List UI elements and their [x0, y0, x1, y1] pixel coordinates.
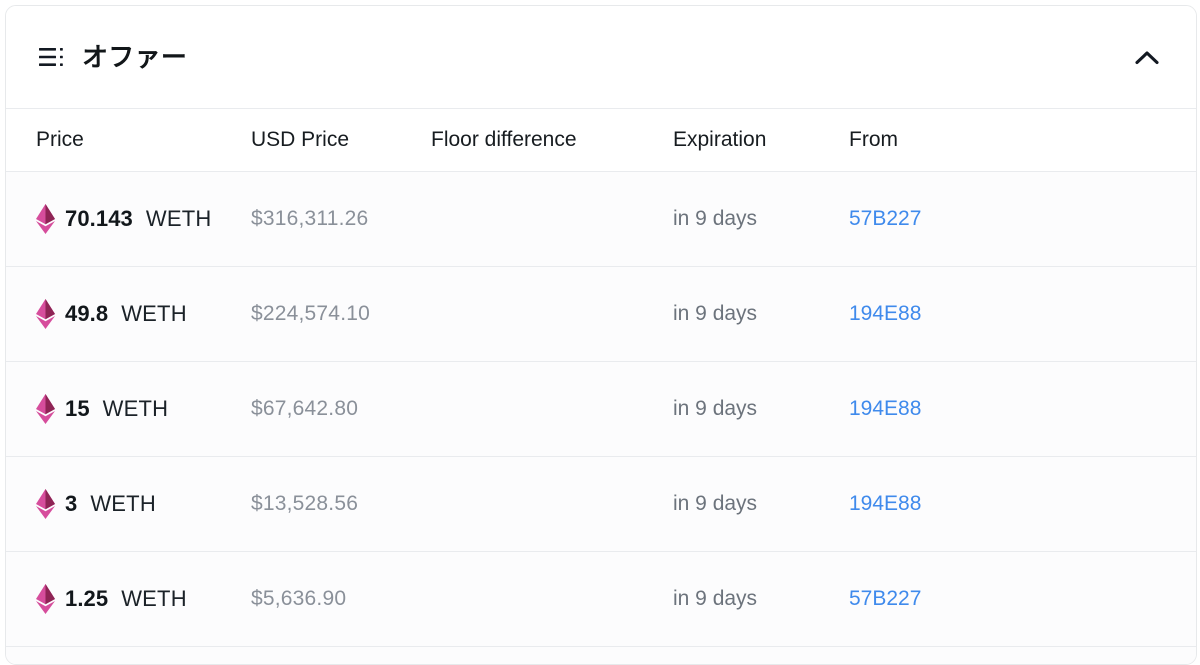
offers-card-header[interactable]: オファー	[6, 6, 1196, 109]
cell-price: 49.8 WETH	[6, 299, 251, 329]
usd-price-value: $224,574.10	[251, 302, 370, 325]
cell-from: 194E88	[849, 397, 1109, 421]
price-symbol: WETH	[121, 586, 187, 611]
offers-card-header-left: オファー	[39, 44, 1130, 70]
cell-expiration: in 9 days	[673, 207, 849, 231]
table-row[interactable]: 1.25 WETH $5,636.90 in 9 days 57B227	[6, 552, 1196, 647]
price-amount: 70.143	[65, 206, 133, 231]
price-symbol: WETH	[102, 396, 169, 421]
column-header-floor-difference: Floor difference	[431, 128, 577, 151]
cell-usd-price: $5,636.90	[251, 587, 431, 611]
offers-table: Price USD Price Floor difference Expirat…	[6, 109, 1196, 664]
from-address-link[interactable]: 194E88	[849, 397, 921, 420]
price-amount: 3	[65, 491, 78, 516]
column-header-usd-price: USD Price	[251, 128, 350, 151]
column-header-price: Price	[36, 128, 84, 151]
cell-expiration: in 9 days	[673, 302, 849, 326]
ethereum-icon	[36, 299, 55, 329]
usd-price-value: $5,636.90	[251, 587, 347, 610]
from-address-link[interactable]: 57B227	[849, 207, 921, 230]
expiration-value: in 9 days	[673, 397, 758, 420]
from-address-link[interactable]: 57B227	[849, 587, 921, 610]
cell-from: 194E88	[849, 492, 1109, 516]
collapse-toggle-button[interactable]	[1130, 40, 1164, 74]
cell-from: 57B227	[849, 587, 1109, 611]
price-amount: 15	[65, 396, 90, 421]
price-value: 3 WETH	[36, 489, 251, 519]
cell-usd-price: $316,311.26	[251, 207, 431, 231]
usd-price-value: $67,642.80	[251, 397, 359, 420]
price-symbol: WETH	[121, 301, 187, 326]
price-amount: 49.8	[65, 301, 109, 326]
price-amount: 1.25	[65, 586, 109, 611]
price-value: 49.8 WETH	[36, 299, 251, 329]
cell-usd-price: $13,528.56	[251, 492, 431, 516]
table-row[interactable]: 49.8 WETH $224,574.10 in 9 days 194E88	[6, 267, 1196, 362]
list-icon	[39, 47, 65, 67]
cell-price: 1.25 WETH	[6, 584, 251, 614]
column-header-from: From	[849, 128, 898, 151]
cell-expiration: in 9 days	[673, 397, 849, 421]
ethereum-icon	[36, 489, 55, 519]
expiration-value: in 9 days	[673, 587, 758, 610]
cell-price: 3 WETH	[6, 489, 251, 519]
table-header-row: Price USD Price Floor difference Expirat…	[6, 109, 1196, 172]
page-title: オファー	[82, 42, 188, 72]
ethereum-icon	[36, 204, 55, 234]
column-header-expiration: Expiration	[673, 128, 767, 151]
cell-expiration: in 9 days	[673, 587, 849, 611]
usd-price-value: $13,528.56	[251, 492, 359, 515]
table-row[interactable]: 70.143 WETH $316,311.26 in 9 days 57B227	[6, 172, 1196, 267]
expiration-value: in 9 days	[673, 207, 758, 230]
table-row[interactable]: 15 WETH $67,642.80 in 9 days 194E88	[6, 362, 1196, 457]
cell-from: 57B227	[849, 207, 1109, 231]
offers-card: オファー Price USD Price Floor difference Ex…	[5, 5, 1197, 665]
price-value: 70.143 WETH	[36, 204, 251, 234]
price-value: 1.25 WETH	[36, 584, 251, 614]
from-address-link[interactable]: 194E88	[849, 302, 921, 325]
cell-price: 15 WETH	[6, 394, 251, 424]
expiration-value: in 9 days	[673, 302, 758, 325]
table-row-partial[interactable]	[6, 647, 1196, 664]
table-row[interactable]: 3 WETH $13,528.56 in 9 days 194E88	[6, 457, 1196, 552]
cell-usd-price: $224,574.10	[251, 302, 431, 326]
from-address-link[interactable]: 194E88	[849, 492, 921, 515]
price-symbol: WETH	[90, 491, 156, 516]
cell-usd-price: $67,642.80	[251, 397, 431, 421]
price-value: 15 WETH	[36, 394, 251, 424]
cell-from: 194E88	[849, 302, 1109, 326]
expiration-value: in 9 days	[673, 492, 758, 515]
usd-price-value: $316,311.26	[251, 207, 369, 230]
cell-expiration: in 9 days	[673, 492, 849, 516]
ethereum-icon	[36, 394, 55, 424]
ethereum-icon	[36, 584, 55, 614]
chevron-up-icon	[1135, 50, 1159, 65]
price-symbol: WETH	[145, 206, 212, 231]
cell-price: 70.143 WETH	[6, 204, 251, 234]
